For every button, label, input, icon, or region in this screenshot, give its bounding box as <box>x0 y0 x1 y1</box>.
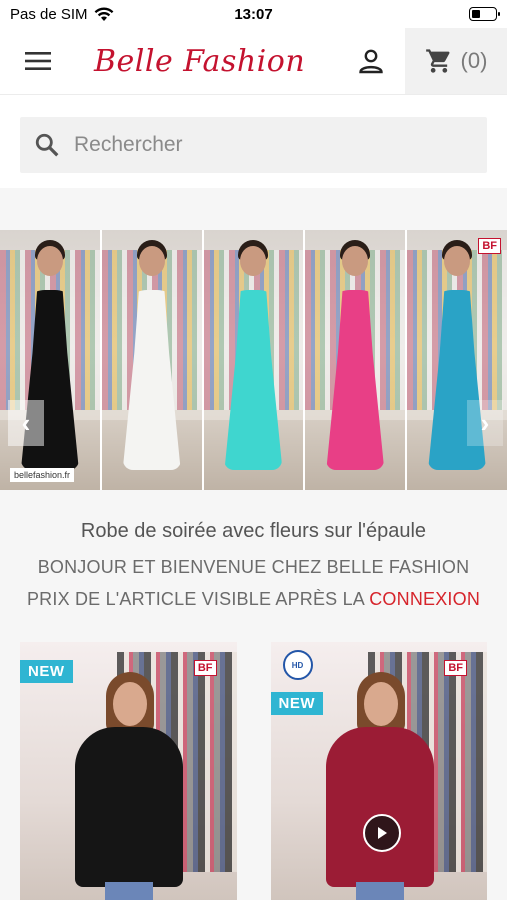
model-face <box>363 682 398 726</box>
carousel-slide[interactable] <box>203 230 304 490</box>
model-face <box>138 246 165 276</box>
cart-count: (0) <box>460 48 488 73</box>
carousel-slide[interactable] <box>305 230 406 490</box>
account-button[interactable] <box>338 28 404 94</box>
model-face <box>444 246 471 276</box>
status-time: 13:07 <box>234 5 273 23</box>
brand-logo[interactable]: Belle Fashion <box>94 44 305 79</box>
product-grid: NEW BF HD NEW BF <box>0 642 507 900</box>
product-card[interactable]: HD NEW BF <box>270 642 487 900</box>
new-badge: NEW <box>20 660 73 683</box>
carousel-slide[interactable]: BF <box>407 230 507 490</box>
brand-badge: BF <box>478 238 501 254</box>
model-face <box>240 246 267 276</box>
play-video-button[interactable] <box>362 814 401 852</box>
price-notice-text: PRIX DE L'ARTICLE VISIBLE APRÈS LA <box>26 589 370 609</box>
brand-badge: BF <box>444 660 467 676</box>
wifi-icon <box>94 6 113 21</box>
play-icon <box>377 827 387 839</box>
chevron-right-icon: › <box>480 407 490 438</box>
carousel-prev-button[interactable]: ‹ <box>8 400 44 446</box>
search-icon <box>35 133 59 157</box>
watermark-label: bellefashion.fr <box>10 468 75 482</box>
carousel-slide[interactable]: bellefashion.fr <box>0 230 100 490</box>
shopping-cart-icon <box>425 49 450 73</box>
menu-button[interactable] <box>0 28 76 94</box>
price-notice: PRIX DE L'ARTICLE VISIBLE APRÈS LA CONNE… <box>0 589 507 610</box>
model-jeans <box>105 882 153 900</box>
header: Belle Fashion (0) <box>0 28 507 94</box>
model-face <box>342 246 369 276</box>
image-carousel[interactable]: bellefashion.fr BF ‹ › <box>0 230 507 490</box>
carrier-label: Pas de SIM <box>10 5 88 23</box>
featured-product-title[interactable]: Robe de soirée avec fleurs sur l'épaule <box>0 520 507 543</box>
user-icon <box>359 49 383 74</box>
status-left: Pas de SIM <box>10 6 114 23</box>
product-card[interactable]: NEW BF <box>20 642 237 900</box>
model-shirt <box>325 727 434 887</box>
new-badge: NEW <box>270 692 323 715</box>
battery-icon <box>469 7 500 21</box>
battery-level <box>472 10 480 18</box>
search-section: Rechercher <box>0 94 507 188</box>
model-jeans <box>355 882 404 900</box>
carousel-next-button[interactable]: › <box>467 400 503 446</box>
search-placeholder: Rechercher <box>74 133 183 156</box>
welcome-message: BONJOUR ET BIENVENUE CHEZ BELLE FASHION <box>37 557 470 577</box>
status-bar: Pas de SIM 13:07 <box>0 0 507 28</box>
carousel-slide[interactable] <box>101 230 202 490</box>
model-face <box>113 682 147 726</box>
hamburger-menu-icon <box>25 52 51 70</box>
chevron-left-icon: ‹ <box>21 407 31 438</box>
search-input[interactable]: Rechercher <box>20 117 487 173</box>
hd-video-icon: HD <box>282 650 313 680</box>
connexion-link[interactable]: CONNEXION <box>369 589 480 609</box>
model-shirt <box>75 727 183 887</box>
cart-button[interactable]: (0) <box>405 28 507 94</box>
brand-badge: BF <box>193 660 217 676</box>
model-face <box>36 246 63 276</box>
